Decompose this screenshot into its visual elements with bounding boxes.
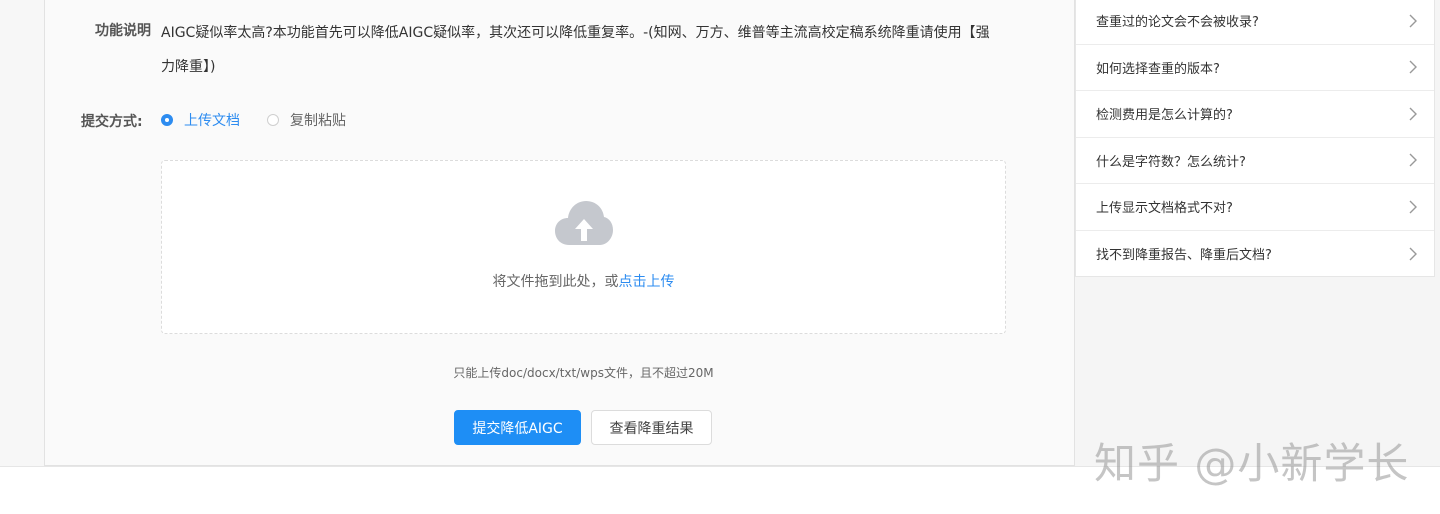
chevron-right-icon [1409, 153, 1417, 167]
faq-item[interactable]: 查重过的论文会不会被收录? [1076, 0, 1434, 45]
radio-upload-document[interactable]: 上传文档 [161, 110, 240, 130]
chevron-right-icon [1409, 200, 1417, 214]
chevron-right-icon [1409, 60, 1417, 74]
description-text: AIGC疑似率太高?本功能首先可以降低AIGC疑似率，其次还可以降低重复率。-(… [161, 25, 990, 75]
view-result-button[interactable]: 查看降重结果 [591, 410, 712, 445]
faq-item[interactable]: 检测费用是怎么计算的? [1076, 91, 1434, 138]
faq-item[interactable]: 如何选择查重的版本? [1076, 45, 1434, 91]
radio-label: 上传文档 [184, 113, 240, 129]
upload-text-prefix: 将文件拖到此处，或 [492, 274, 619, 290]
upload-dropzone[interactable]: 将文件拖到此处，或点击上传 [161, 160, 1006, 334]
faq-question: 如何选择查重的版本? [1096, 61, 1220, 77]
faq-item[interactable]: 上传显示文档格式不对? [1076, 184, 1434, 231]
faq-item[interactable]: 找不到降重报告、降重后文档? [1076, 231, 1434, 278]
faq-item[interactable]: 什么是字符数？怎么统计? [1076, 138, 1434, 184]
watermark: 知乎 @小新学长 [1094, 439, 1410, 488]
radio-unchecked-icon [267, 114, 279, 126]
cloud-upload-icon [555, 201, 613, 245]
chevron-right-icon [1409, 107, 1417, 121]
chevron-right-icon [1409, 14, 1417, 28]
faq-panel: 查重过的论文会不会被收录? 如何选择查重的版本? 检测费用是怎么计算的? 什么是… [1075, 0, 1435, 277]
file-type-hint: 只能上传doc/docx/txt/wps文件，且不超过20M [453, 366, 714, 380]
submit-reduce-aigc-button[interactable]: 提交降低AIGC [454, 410, 581, 445]
click-upload-link[interactable]: 点击上传 [619, 274, 675, 290]
description-label: 功能说明 [95, 23, 151, 39]
faq-question: 什么是字符数？怎么统计? [1096, 154, 1246, 170]
radio-copy-paste[interactable]: 复制粘贴 [267, 110, 346, 130]
faq-question: 查重过的论文会不会被收录? [1096, 15, 1259, 31]
faq-question: 找不到降重报告、降重后文档? [1096, 248, 1272, 264]
faq-question: 上传显示文档格式不对? [1096, 201, 1233, 217]
faq-question: 检测费用是怎么计算的? [1096, 108, 1233, 124]
radio-checked-icon [161, 114, 173, 126]
chevron-right-icon [1409, 247, 1417, 261]
upload-instructions: 将文件拖到此处，或点击上传 [162, 271, 1005, 291]
radio-label: 复制粘贴 [290, 113, 346, 129]
submit-method-label: 提交方式: [81, 114, 143, 130]
